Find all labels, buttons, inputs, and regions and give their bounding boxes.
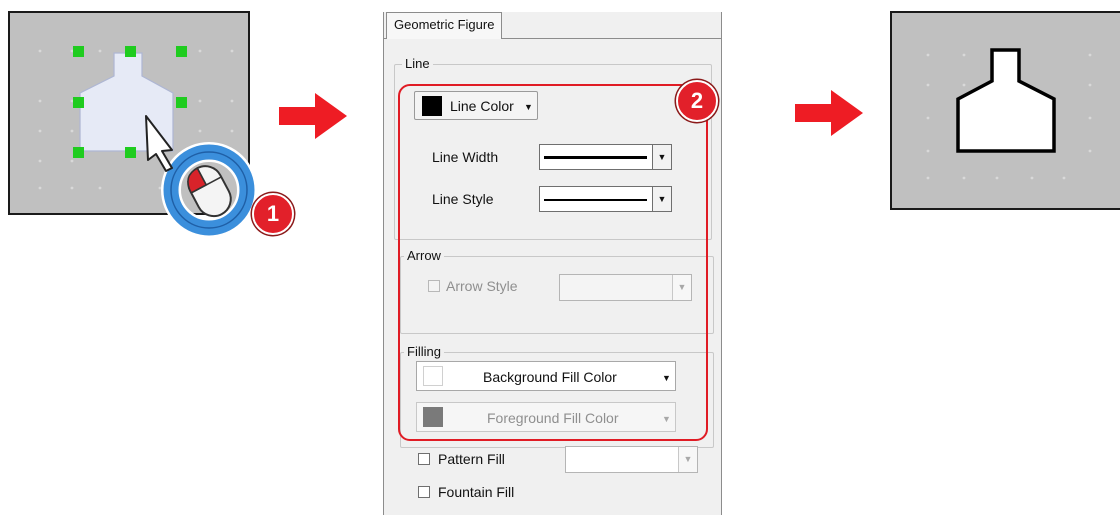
right-arrow-icon [795,90,863,136]
pattern-fill-select[interactable]: ▼ [565,446,698,473]
canvas-after-drawing [926,48,1092,180]
line-group-title: Line [402,56,433,72]
pattern-fill-checkbox[interactable] [418,453,430,465]
canvas-after[interactable] [890,11,1120,210]
fountain-fill-checkbox[interactable] [418,486,430,498]
mouse-cursor-icon [145,115,257,238]
pattern-fill-label: Pattern Fill [438,451,505,467]
highlight-frame [398,84,708,441]
fountain-fill-label: Fountain Fill [438,484,515,500]
right-arrow-icon [279,93,347,139]
step-badge-2: 2 [676,80,718,122]
tab-geometric-figure[interactable]: Geometric Figure [386,12,503,39]
result-shape [956,48,1056,153]
step-badge-1: 1 [252,193,294,235]
dropdown-caret-icon[interactable]: ▼ [678,447,697,472]
